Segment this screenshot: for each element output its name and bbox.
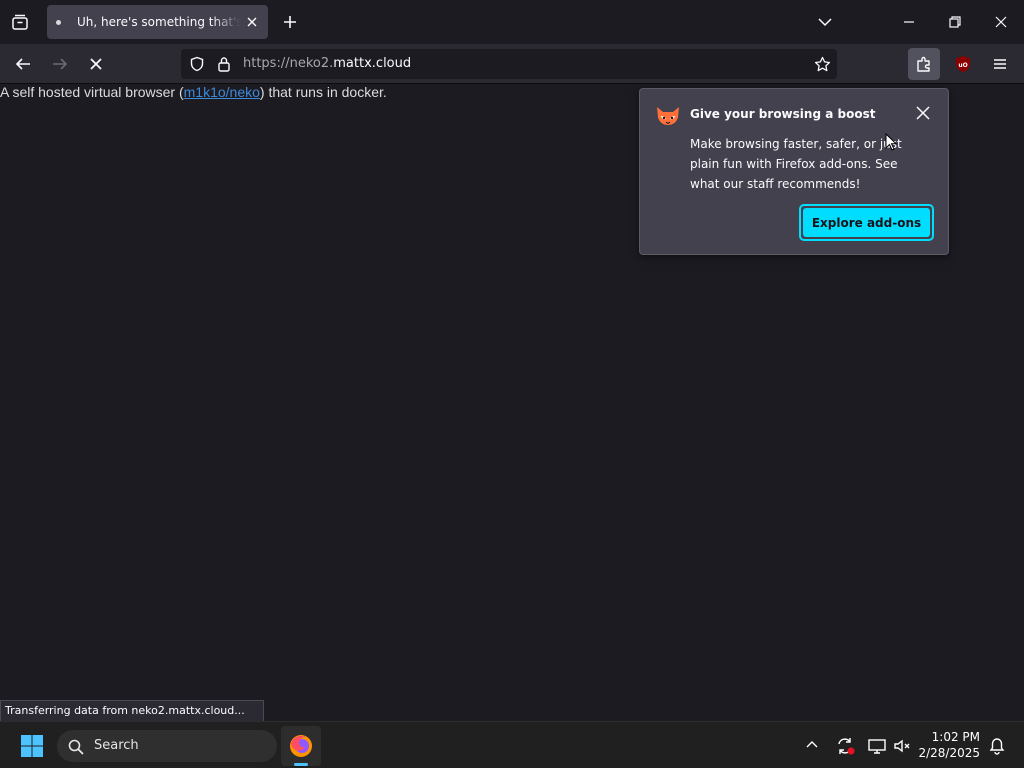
url-prefix: https://neko2. — [243, 56, 334, 71]
shield-icon[interactable] — [188, 55, 206, 73]
lock-icon[interactable] — [215, 55, 233, 73]
clock-time: 1:02 PM — [931, 730, 980, 744]
chevron-up-icon[interactable] — [803, 736, 821, 754]
firefox-fox-icon — [654, 105, 682, 127]
clock[interactable]: 1:02 PM 2/28/2025 — [918, 729, 980, 761]
explore-addons-label: Explore add-ons — [803, 208, 930, 237]
list-all-tabs-icon[interactable] — [8, 10, 32, 34]
display-icon[interactable] — [866, 735, 888, 757]
text-before-link: A self hosted virtual browser ( — [0, 84, 184, 100]
address-bar[interactable]: https://neko2.mattx.cloud — [181, 49, 837, 79]
star-icon[interactable] — [813, 55, 831, 73]
url-domain: mattx.cloud — [333, 56, 412, 71]
notification-bell-icon[interactable] — [986, 735, 1008, 757]
tab-close-icon[interactable] — [244, 14, 260, 30]
popup-close-icon[interactable] — [914, 104, 932, 122]
tab-strip: Uh, here's something that's new — [0, 0, 1024, 44]
svg-text:uO: uO — [958, 62, 967, 69]
back-icon[interactable] — [12, 53, 34, 75]
navigation-toolbar: https://neko2.mattx.cloud uO — [0, 44, 1024, 84]
windows-start-icon[interactable] — [19, 733, 45, 759]
search-icon — [67, 738, 85, 756]
forward-icon[interactable] — [49, 53, 71, 75]
active-app-indicator — [294, 763, 308, 766]
tab-loading-icon — [56, 19, 61, 25]
chevron-down-icon[interactable] — [814, 11, 836, 33]
restore-icon[interactable] — [944, 11, 966, 33]
ublock-origin-icon[interactable]: uO — [952, 53, 974, 75]
minimize-icon[interactable] — [898, 11, 920, 33]
tab-title: Uh, here's something that's new — [77, 15, 241, 29]
search-label: Search — [94, 738, 139, 753]
text-after-link: ) that runs in docker. — [259, 84, 387, 100]
window-close-icon[interactable] — [990, 11, 1012, 33]
stop-loading-icon[interactable] — [85, 53, 107, 75]
firefox-taskbar-icon[interactable] — [281, 726, 321, 766]
sync-icon[interactable] — [834, 735, 856, 757]
page-description: A self hosted virtual browser (m1k1o/nek… — [0, 84, 387, 100]
new-tab-icon[interactable] — [280, 12, 300, 32]
explore-addons-button[interactable]: Explore add-ons — [799, 204, 934, 241]
status-panel: Transferring data from neko2.mattx.cloud… — [0, 700, 264, 721]
taskbar-search-box[interactable]: Search — [57, 730, 277, 762]
extensions-puzzle-icon[interactable] — [908, 48, 940, 80]
taskbar: Search 1:02 PM 2/28/2025 — [0, 721, 1024, 768]
url-text: https://neko2.mattx.cloud — [243, 56, 411, 71]
tab-active[interactable]: Uh, here's something that's new — [47, 5, 268, 39]
hamburger-menu-icon[interactable] — [989, 53, 1011, 75]
popup-title: Give your browsing a boost — [690, 107, 876, 121]
mouse-cursor-icon — [885, 132, 898, 151]
speaker-muted-icon[interactable] — [891, 735, 913, 757]
neko-link[interactable]: m1k1o/neko — [184, 84, 260, 100]
clock-date: 2/28/2025 — [918, 746, 980, 760]
